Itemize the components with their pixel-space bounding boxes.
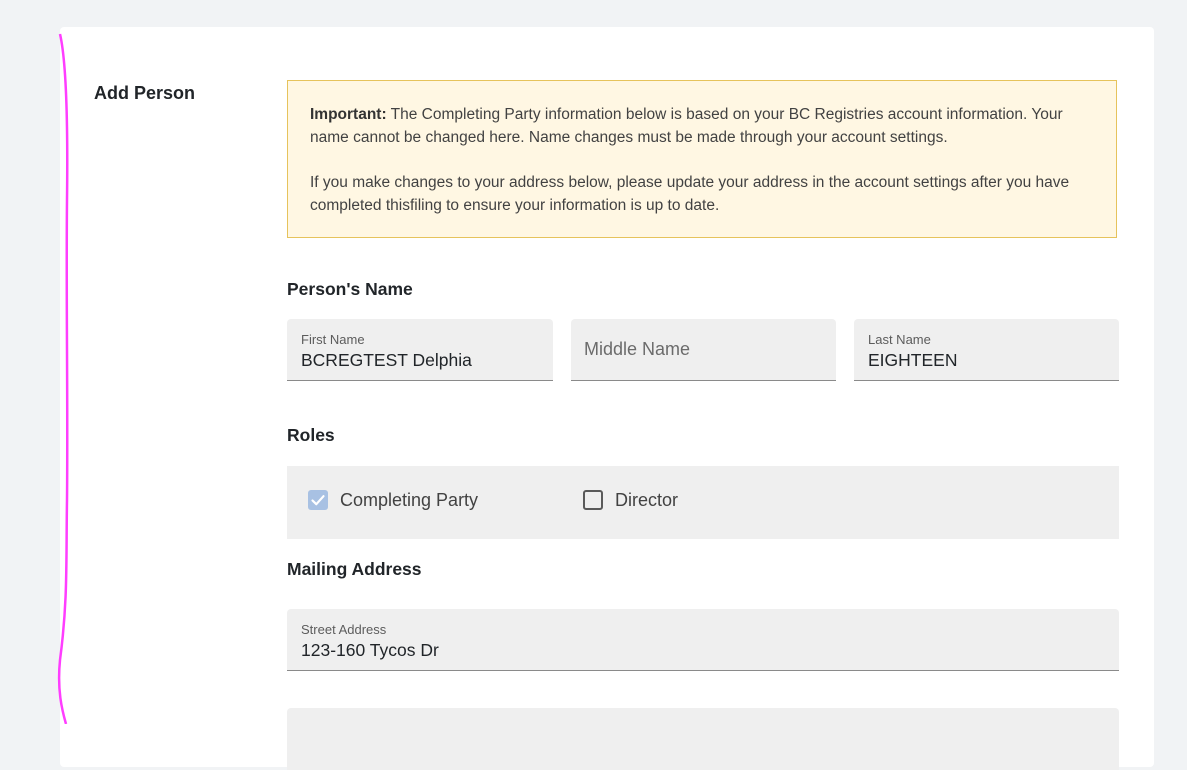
first-name-value: BCREGTEST Delphia [301,350,472,370]
roles-panel: Completing Party Director [287,466,1119,539]
last-name-value: EIGHTEEN [868,350,958,370]
info-notice: Important: The Completing Party informat… [287,80,1117,238]
section-title: Add Person [94,83,196,103]
middle-name-placeholder: Middle Name [584,339,691,359]
middle-name-field[interactable]: Middle Name [571,319,836,381]
completing-party-label: Completing Party [340,490,479,510]
roles-heading: Roles [287,425,335,445]
next-address-field[interactable] [287,708,1119,770]
completing-party-checkbox[interactable] [308,490,328,510]
director-checkbox[interactable] [583,490,603,510]
notice-paragraph-1: Important: The Completing Party informat… [310,106,1063,146]
notice-paragraph-2: If you make changes to your address belo… [310,174,1070,214]
first-name-field[interactable]: First Name BCREGTEST Delphia [287,319,553,381]
director-label: Director [615,490,679,510]
persons-name-heading: Person's Name [287,279,413,299]
street-address-field[interactable]: Street Address 123-160 Tycos Dr [287,609,1119,671]
street-address-label: Street Address [301,622,387,637]
check-icon [311,495,325,506]
mailing-address-heading: Mailing Address [287,559,422,579]
last-name-field[interactable]: Last Name EIGHTEEN [854,319,1119,381]
last-name-label: Last Name [868,332,931,347]
street-address-value: 123-160 Tycos Dr [301,640,439,660]
first-name-label: First Name [301,332,365,347]
